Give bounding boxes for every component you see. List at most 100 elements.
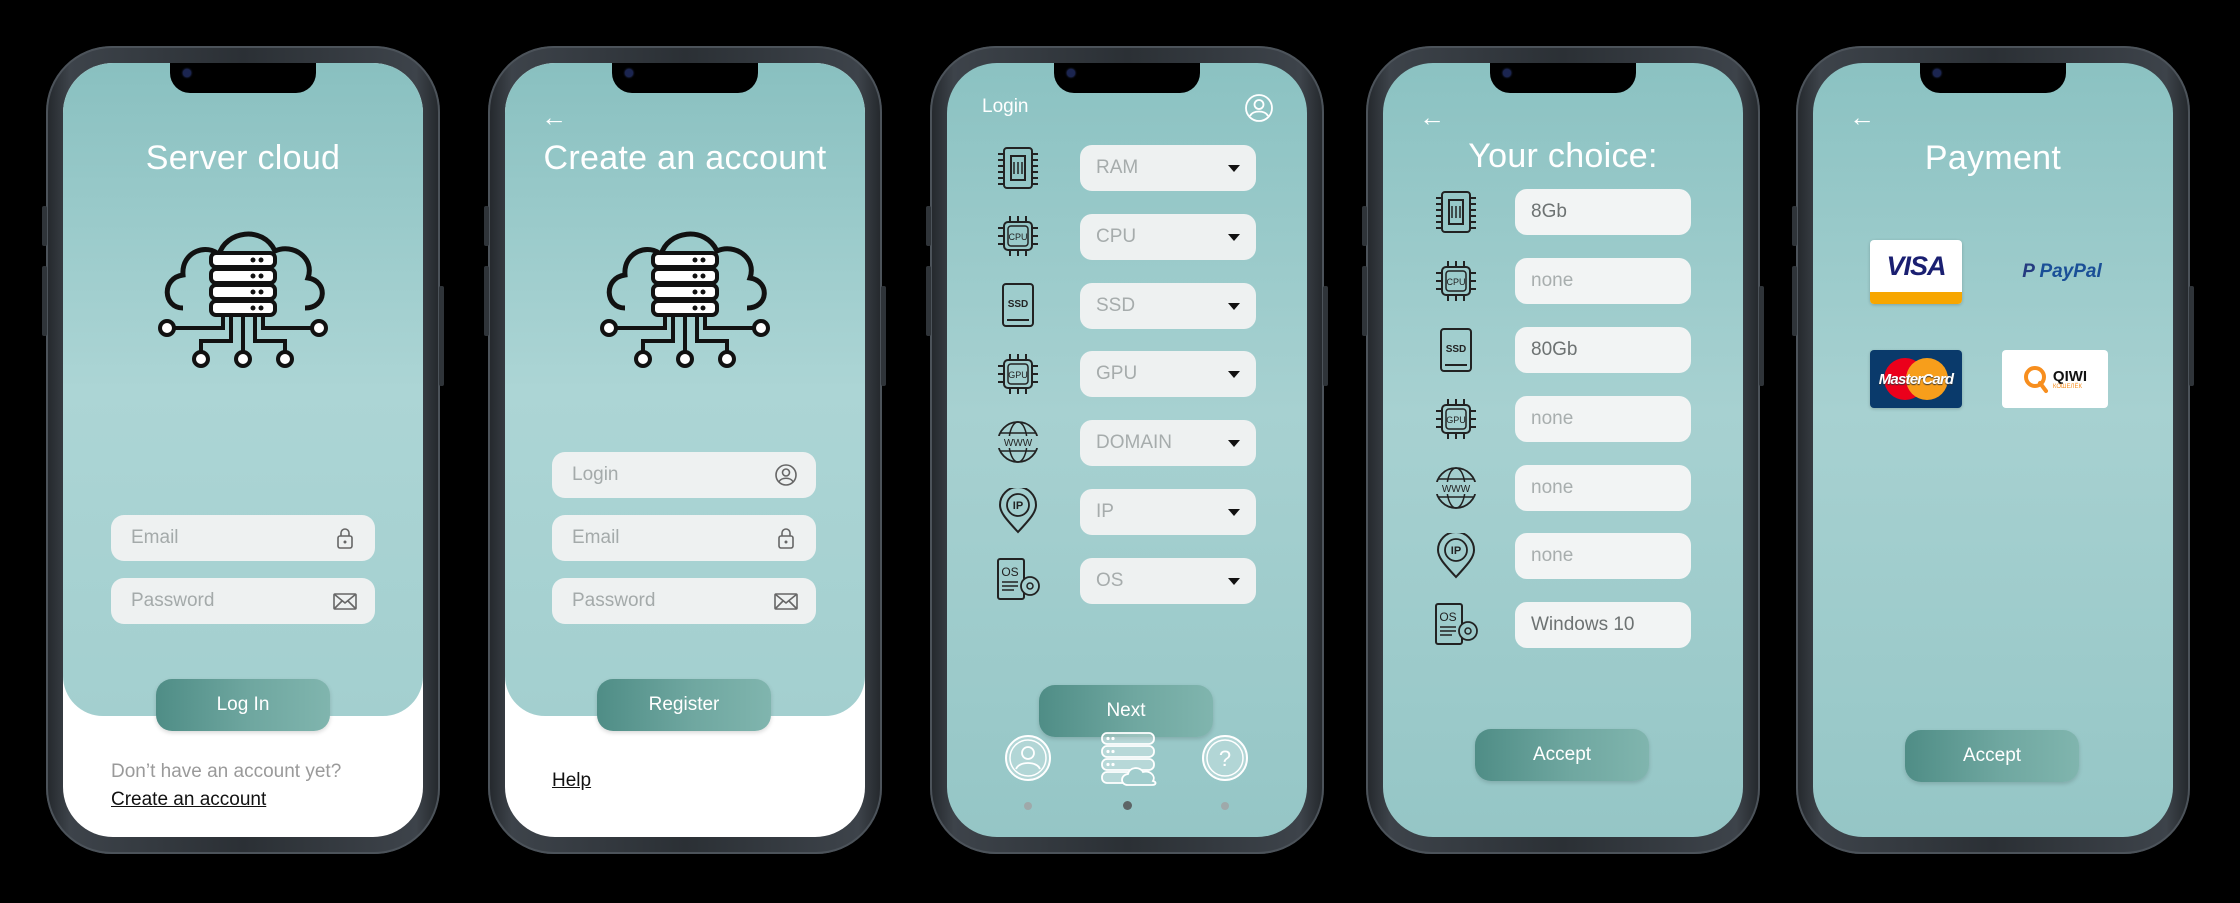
back-arrow-icon[interactable]: ←: [1419, 104, 1445, 130]
svg-text:SSD: SSD: [1446, 344, 1467, 355]
svg-text:SSD: SSD: [1008, 299, 1029, 310]
cpu-chip-icon: CPU: [1436, 261, 1476, 301]
ip-pin-icon: IP: [1436, 533, 1476, 579]
svg-text:?: ?: [1219, 746, 1231, 771]
ssd-icon: SSD: [1002, 283, 1034, 327]
ssd-select[interactable]: SSD: [1080, 283, 1256, 329]
notch: [170, 63, 316, 93]
cpu-chip-icon: CPU: [998, 216, 1038, 256]
svg-text:GPU: GPU: [1446, 415, 1466, 425]
ram-value: 8Gb: [1515, 189, 1691, 235]
qiwi-logo: QIWI: [2052, 367, 2088, 385]
gpu-value: none: [1515, 396, 1691, 442]
domain-select[interactable]: DOMAIN: [1080, 420, 1256, 466]
page-dot: [1024, 802, 1032, 810]
phone-summary: ← Your choice: CPU SSD GPU WWW IP OS 8Gb…: [1362, 46, 1764, 854]
svg-text:WWW: WWW: [1004, 438, 1033, 449]
help-icon[interactable]: ?: [1200, 733, 1250, 783]
mail-icon: [774, 593, 798, 610]
screen-payment: ← Payment VISA P PayPal MasterCard QIWI …: [1813, 63, 2173, 837]
password-field[interactable]: Password: [111, 578, 375, 624]
notch: [1054, 63, 1200, 93]
caret-down-icon: [1228, 509, 1240, 516]
page-dot-active: [1123, 801, 1132, 810]
page-title: Create an account: [543, 139, 827, 177]
qiwi-card[interactable]: QIWI КОШЕЛЁК: [2002, 350, 2108, 408]
caret-down-icon: [1228, 578, 1240, 585]
phone-payment: ← Payment VISA P PayPal MasterCard QIWI …: [1792, 46, 2194, 854]
login-button[interactable]: Log In: [156, 679, 330, 731]
email-field[interactable]: Email: [111, 515, 375, 561]
back-arrow-icon[interactable]: ←: [1849, 104, 1875, 130]
accept-button[interactable]: Accept: [1475, 729, 1649, 781]
page-dot: [1221, 802, 1229, 810]
notch: [612, 63, 758, 93]
screen-configure: Login CPU SSD GPU WWW IP OS RAM CPU SSD …: [947, 63, 1307, 837]
help-link[interactable]: Help: [552, 770, 591, 792]
create-account-link[interactable]: Create an account: [111, 789, 266, 811]
caret-down-icon: [1228, 440, 1240, 447]
user-icon[interactable]: [1244, 93, 1274, 123]
mastercard-logo: MasterCard: [1878, 370, 1954, 388]
paypal-logo: P PayPal: [2022, 261, 2102, 282]
gpu-chip-icon: GPU: [1436, 399, 1476, 439]
paypal-card[interactable]: P PayPal: [2008, 249, 2116, 295]
visa-card[interactable]: VISA: [1870, 240, 1962, 304]
caret-down-icon: [1228, 165, 1240, 172]
os-disc-icon: OS: [1435, 603, 1478, 645]
ip-select[interactable]: IP: [1080, 489, 1256, 535]
server-cloud-icon: [600, 231, 770, 368]
mastercard-card[interactable]: MasterCard: [1870, 350, 1962, 408]
ssd-icon: SSD: [1440, 328, 1472, 372]
no-account-text: Don’t have an account yet?: [111, 761, 342, 782]
os-select[interactable]: OS: [1080, 558, 1256, 604]
lock-icon: [778, 528, 794, 549]
notch: [1490, 63, 1636, 93]
svg-text:OS: OS: [1439, 610, 1456, 624]
cpu-value: none: [1515, 258, 1691, 304]
svg-text:IP: IP: [1451, 545, 1461, 557]
gpu-select[interactable]: GPU: [1080, 351, 1256, 397]
caret-down-icon: [1228, 303, 1240, 310]
os-disc-icon: OS: [997, 558, 1040, 600]
cpu-select[interactable]: CPU: [1080, 214, 1256, 260]
page-title: Payment: [1924, 139, 2062, 177]
os-value: Windows 10: [1515, 602, 1691, 648]
back-arrow-icon[interactable]: ←: [541, 104, 567, 130]
ram-chip-icon: [998, 147, 1038, 189]
caret-down-icon: [1228, 371, 1240, 378]
phone-register: ← Create an account Login Email Password…: [484, 46, 886, 854]
email-field[interactable]: Email: [552, 515, 816, 561]
register-button[interactable]: Register: [597, 679, 771, 731]
user-nav-icon[interactable]: [1003, 733, 1053, 783]
visa-logo: VISA: [1886, 250, 1946, 281]
header-login[interactable]: Login: [982, 96, 1029, 118]
svg-text:CPU: CPU: [1446, 277, 1465, 287]
ram-chip-icon: [1436, 191, 1476, 233]
globe-www-icon: WWW: [997, 421, 1039, 463]
screen-login: Server cloud Email Password Log In Don’t…: [63, 63, 423, 837]
phone-configure: Login CPU SSD GPU WWW IP OS RAM CPU SSD …: [926, 46, 1328, 854]
ip-pin-icon: IP: [998, 488, 1038, 534]
screen-summary: ← Your choice: CPU SSD GPU WWW IP OS 8Gb…: [1383, 63, 1743, 837]
lock-icon: [337, 528, 353, 549]
ip-value: none: [1515, 533, 1691, 579]
login-field[interactable]: Login: [552, 452, 816, 498]
password-field[interactable]: Password: [552, 578, 816, 624]
ram-select[interactable]: RAM: [1080, 145, 1256, 191]
server-cloud-nav-icon[interactable]: [1098, 727, 1158, 787]
screen-register: ← Create an account Login Email Password…: [505, 63, 865, 837]
ssd-value: 80Gb: [1515, 327, 1691, 373]
qiwi-sub: КОШЕЛЁК: [2052, 383, 2082, 390]
svg-text:OS: OS: [1001, 565, 1018, 579]
accept-button[interactable]: Accept: [1905, 730, 2079, 782]
visa-stripe: [1870, 292, 1962, 304]
qiwi-logo-icon: [2023, 366, 2048, 393]
user-icon: [775, 464, 797, 486]
svg-text:IP: IP: [1013, 500, 1023, 512]
caret-down-icon: [1228, 234, 1240, 241]
gpu-chip-icon: GPU: [998, 354, 1038, 394]
notch: [1920, 63, 2066, 93]
domain-value: none: [1515, 465, 1691, 511]
server-cloud-icon: [158, 231, 328, 368]
